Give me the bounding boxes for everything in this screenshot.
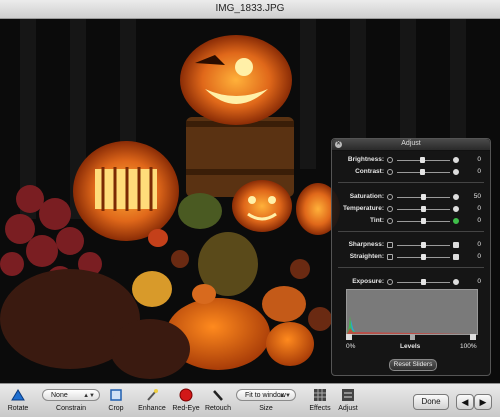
effects-label: Effects bbox=[309, 405, 331, 412]
exposure-thumb[interactable] bbox=[421, 279, 426, 285]
snowflake-icon bbox=[387, 206, 393, 212]
exposure-row: Exposure: 0 bbox=[332, 278, 490, 287]
divider bbox=[338, 231, 484, 232]
sharpness-label: Sharpness: bbox=[348, 241, 384, 248]
sharpness-row: Sharpness: 0 bbox=[332, 241, 490, 250]
crop-label: Crop bbox=[108, 405, 124, 412]
chevron-down-icon: ▲▼ bbox=[279, 393, 291, 399]
saturation-label: Saturation: bbox=[349, 193, 384, 200]
levels-label: Levels bbox=[400, 343, 421, 350]
crop-icon bbox=[110, 389, 122, 401]
brightness-label: Brightness: bbox=[347, 156, 384, 163]
sun-large-icon bbox=[453, 157, 459, 163]
temperature-thumb[interactable] bbox=[421, 206, 426, 212]
rotate-icon bbox=[11, 389, 25, 401]
saturation-thumb[interactable] bbox=[421, 194, 426, 200]
temperature-row: Temperature: 0 bbox=[332, 205, 490, 214]
temperature-value: 0 bbox=[477, 205, 481, 212]
straighten-label: Straighten: bbox=[349, 253, 384, 260]
done-button[interactable]: Done bbox=[413, 394, 449, 410]
temperature-label: Temperature: bbox=[342, 205, 384, 212]
tint-row: Tint: 0 bbox=[332, 217, 490, 226]
contrast-row: Contrast: 0 bbox=[332, 168, 490, 177]
red-eye-button[interactable]: Red-Eye bbox=[170, 388, 202, 412]
levels-white-handle[interactable] bbox=[470, 334, 476, 340]
size-caption: Size bbox=[246, 405, 286, 412]
adjust-label: Adjust bbox=[338, 405, 358, 412]
reset-sliders-button[interactable]: Reset Sliders bbox=[389, 359, 437, 371]
rotate-label: Rotate bbox=[7, 405, 29, 412]
red-eye-label: Red-Eye bbox=[172, 405, 200, 412]
tint-label: Tint: bbox=[370, 217, 384, 224]
exposure-low-icon bbox=[387, 279, 393, 285]
bottom-toolbar: Rotate None ▲▼ Constrain Crop Enhance Re… bbox=[0, 383, 500, 417]
retouch-brush-icon bbox=[213, 390, 223, 401]
rotate-button[interactable]: Rotate bbox=[4, 388, 32, 412]
levels-max: 100% bbox=[460, 343, 477, 350]
saturation-low-icon bbox=[387, 194, 393, 200]
retouch-button[interactable]: Retouch bbox=[204, 388, 232, 412]
saturation-row: Saturation: 50 bbox=[332, 193, 490, 202]
sharpness-high-icon bbox=[453, 242, 459, 248]
straighten-thumb[interactable] bbox=[421, 254, 426, 260]
tint-magenta-icon bbox=[387, 218, 393, 224]
brightness-value: 0 bbox=[477, 156, 481, 163]
title-bar: IMG_1833.JPG bbox=[0, 0, 500, 19]
size-popup[interactable]: Fit to window ▲▼ bbox=[236, 389, 296, 401]
divider bbox=[338, 267, 484, 268]
adjust-button[interactable]: Adjust bbox=[334, 388, 362, 412]
constrain-label: Constrain bbox=[56, 405, 86, 412]
exposure-value: 0 bbox=[477, 278, 481, 285]
levels-black-handle[interactable] bbox=[346, 334, 352, 340]
effects-grid-icon bbox=[314, 389, 326, 401]
constrain-caption: Constrain bbox=[46, 405, 96, 412]
chevron-down-icon: ▲▼ bbox=[83, 393, 95, 399]
levels-mid-handle[interactable] bbox=[410, 334, 415, 340]
retouch-label: Retouch bbox=[204, 405, 232, 412]
enhance-label: Enhance bbox=[138, 405, 166, 412]
sun-warm-icon bbox=[453, 206, 459, 212]
straighten-row: Straighten: 0 bbox=[332, 253, 490, 262]
histogram-graph bbox=[347, 316, 477, 334]
constrain-value: None bbox=[51, 392, 68, 399]
sharpness-thumb[interactable] bbox=[421, 242, 426, 248]
size-label: Size bbox=[259, 405, 273, 412]
brightness-thumb[interactable] bbox=[420, 157, 425, 163]
contrast-label: Contrast: bbox=[355, 168, 384, 175]
sun-small-icon bbox=[387, 157, 393, 163]
exposure-label: Exposure: bbox=[352, 278, 384, 285]
previous-arrow-icon[interactable]: ◀ bbox=[456, 394, 474, 410]
contrast-thumb[interactable] bbox=[420, 169, 425, 175]
magic-wand-icon bbox=[147, 389, 158, 401]
divider bbox=[338, 182, 484, 183]
straighten-left-icon bbox=[387, 254, 393, 260]
tint-thumb[interactable] bbox=[421, 218, 426, 224]
straighten-value: 0 bbox=[477, 253, 481, 260]
adjust-sliders-icon bbox=[342, 389, 354, 401]
crop-button[interactable]: Crop bbox=[106, 388, 126, 412]
levels-histogram bbox=[346, 289, 478, 335]
tint-green-icon bbox=[453, 218, 459, 224]
saturation-high-icon bbox=[453, 194, 459, 200]
constrain-popup[interactable]: None ▲▼ bbox=[42, 389, 100, 401]
brightness-row: Brightness: 0 bbox=[332, 156, 490, 165]
saturation-value: 50 bbox=[473, 193, 481, 200]
exposure-high-icon bbox=[453, 279, 459, 285]
window-title: IMG_1833.JPG bbox=[215, 3, 285, 14]
sharpness-value: 0 bbox=[477, 241, 481, 248]
adjust-panel: ✕ Adjust Brightness: 0 Contrast: 0 Satur… bbox=[331, 138, 491, 376]
contrast-low-icon bbox=[387, 169, 393, 175]
effects-button[interactable]: Effects bbox=[306, 388, 334, 412]
enhance-button[interactable]: Enhance bbox=[138, 388, 166, 412]
next-arrow-icon[interactable]: ▶ bbox=[474, 394, 492, 410]
contrast-value: 0 bbox=[477, 168, 481, 175]
levels-min: 0% bbox=[346, 343, 356, 350]
straighten-right-icon bbox=[453, 254, 459, 260]
tint-value: 0 bbox=[477, 217, 481, 224]
adjust-panel-header[interactable]: ✕ Adjust bbox=[332, 139, 490, 151]
sharpness-low-icon bbox=[387, 242, 393, 248]
adjust-panel-title: Adjust bbox=[401, 140, 421, 147]
contrast-high-icon bbox=[453, 169, 459, 175]
red-eye-icon bbox=[179, 388, 193, 402]
